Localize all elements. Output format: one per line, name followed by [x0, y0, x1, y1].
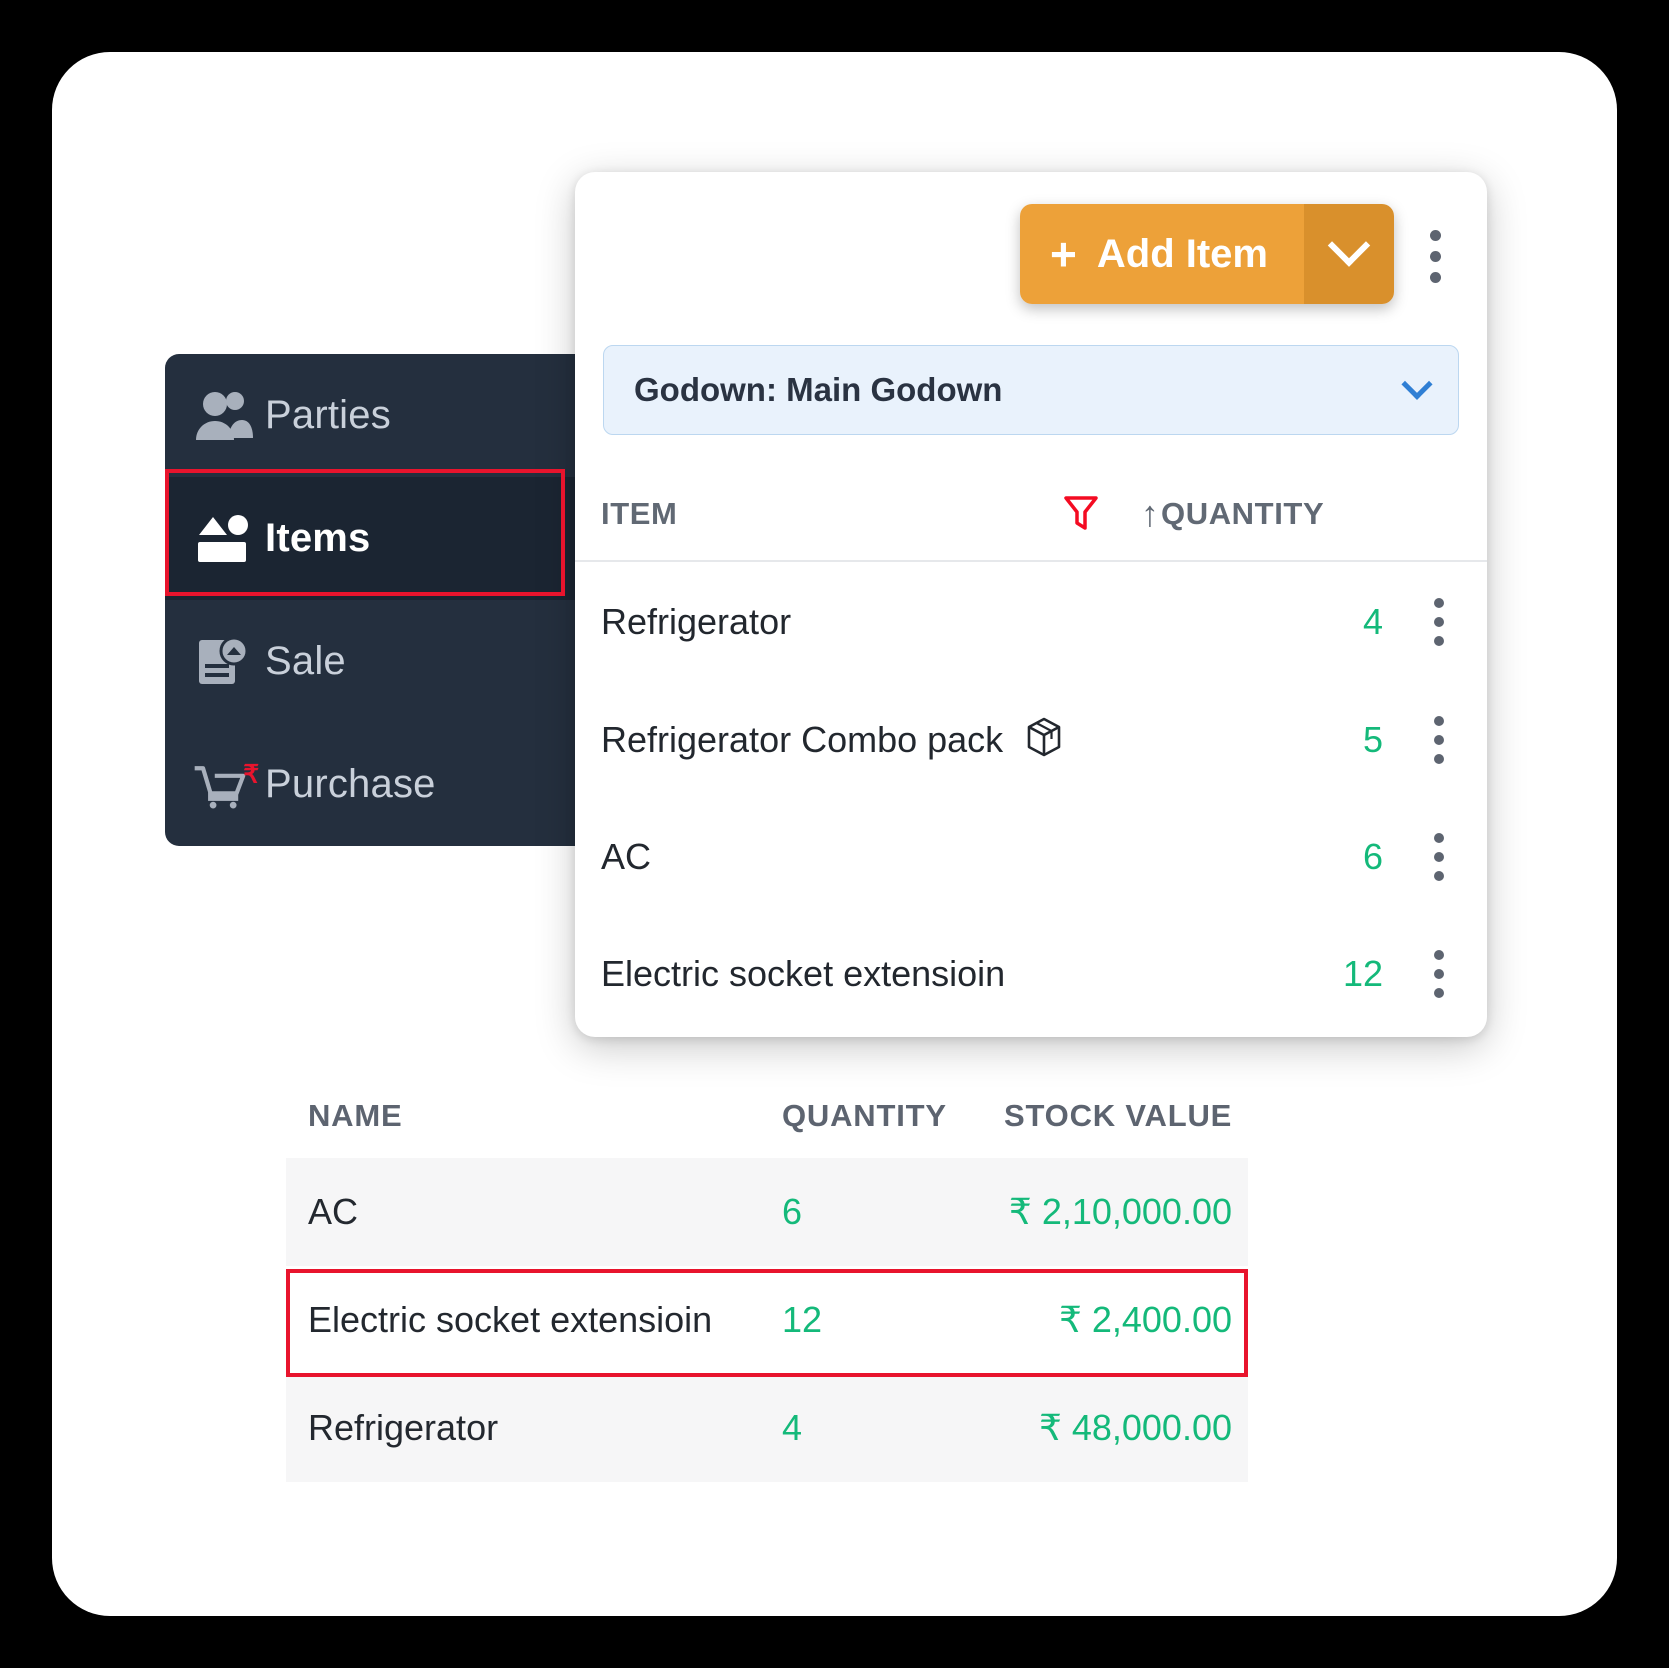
filter-icon[interactable] — [1021, 494, 1141, 534]
row-name: AC — [308, 1191, 359, 1232]
row-name: Electric socket extensioin — [308, 1299, 713, 1340]
table-row[interactable]: Refrigerator 4 ₹ 48,000.00 — [286, 1374, 1248, 1482]
add-item-split-button: + Add Item — [1020, 204, 1394, 304]
package-box-icon — [1023, 714, 1065, 767]
popup-table-header: ITEM ↑ QUANTITY — [575, 468, 1487, 562]
row-more-menu-button[interactable] — [1417, 950, 1461, 998]
item-name: AC — [601, 836, 652, 877]
column-header-name: NAME — [308, 1098, 403, 1133]
table-row[interactable]: AC 6 — [575, 799, 1487, 915]
column-header-stock-value: STOCK VALUE — [1004, 1098, 1233, 1133]
chevron-down-icon — [1401, 368, 1433, 400]
item-quantity: 4 — [1362, 601, 1383, 642]
add-item-button[interactable]: + Add Item — [1020, 204, 1304, 304]
item-quantity: 5 — [1362, 719, 1383, 760]
sidebar-item-parties[interactable]: Parties — [165, 354, 585, 477]
purchase-cart-rupee-icon: ₹ — [193, 753, 265, 817]
godown-selector[interactable]: Godown: Main Godown — [603, 345, 1459, 435]
column-header-quantity-label: QUANTITY — [1161, 496, 1325, 531]
sidebar-item-label: Items — [265, 516, 371, 560]
row-stock-value: ₹ 48,000.00 — [1038, 1407, 1232, 1448]
sidebar-item-purchase[interactable]: ₹ Purchase — [165, 723, 585, 846]
stock-summary-table: NAME QUANTITY STOCK VALUE AC 6 ₹ 2,10,00… — [286, 1074, 1248, 1482]
table-row[interactable]: AC 6 ₹ 2,10,000.00 — [286, 1158, 1248, 1266]
item-name-text: Refrigerator Combo pack — [601, 719, 1004, 760]
row-more-menu-button[interactable] — [1417, 716, 1461, 764]
row-quantity: 6 — [782, 1191, 803, 1232]
more-vertical-icon — [1429, 230, 1441, 241]
table-row[interactable]: Electric socket extensioin 12 — [575, 916, 1487, 1032]
row-more-menu-button[interactable] — [1417, 833, 1461, 881]
plus-icon: + — [1050, 228, 1077, 280]
row-quantity: 12 — [782, 1299, 823, 1340]
chevron-down-icon — [1327, 224, 1371, 267]
row-stock-value: ₹ 2,400.00 — [1058, 1299, 1232, 1340]
people-icon — [193, 384, 265, 448]
sidebar-item-label: Purchase — [265, 762, 436, 806]
sidebar-item-items[interactable]: Items — [165, 477, 585, 600]
column-header-item: ITEM — [601, 496, 678, 531]
card-more-menu-button[interactable] — [1415, 230, 1455, 283]
add-item-dropdown-button[interactable] — [1304, 204, 1394, 304]
arrow-up-icon: ↑ — [1141, 493, 1159, 534]
row-quantity: 4 — [782, 1407, 803, 1448]
item-name: Refrigerator — [601, 601, 792, 642]
sidebar-nav: Parties Items Sale ₹ Purchase — [165, 354, 585, 846]
item-quantity: 6 — [1362, 836, 1383, 877]
items-box-icon — [193, 507, 265, 571]
stock-table-header: NAME QUANTITY STOCK VALUE — [286, 1074, 1248, 1158]
sidebar-item-label: Parties — [265, 393, 391, 437]
row-name: Refrigerator — [308, 1407, 499, 1448]
sale-document-icon — [193, 630, 265, 694]
table-row[interactable]: Refrigerator 4 — [575, 564, 1487, 680]
godown-selected-value: Godown: Main Godown — [634, 371, 1003, 408]
sidebar-item-sale[interactable]: Sale — [165, 600, 585, 723]
item-quantity: 12 — [1342, 953, 1383, 994]
table-row[interactable]: Electric socket extensioin 12 ₹ 2,400.00 — [286, 1266, 1248, 1374]
add-item-label: Add Item — [1096, 231, 1268, 276]
app-window: Parties Items Sale ₹ Purchase + Add Item… — [52, 52, 1617, 1616]
item-name: Electric socket extensioin — [601, 953, 1006, 994]
row-more-menu-button[interactable] — [1417, 598, 1461, 646]
column-header-quantity[interactable]: ↑ QUANTITY — [1141, 496, 1457, 532]
column-header-quantity: QUANTITY — [782, 1098, 947, 1133]
table-row[interactable]: Refrigerator Combo pack 5 — [575, 682, 1487, 798]
items-popup-card: + Add Item Godown: Main Godown ITEM ↑ QU… — [575, 172, 1487, 1037]
sidebar-item-label: Sale — [265, 639, 346, 683]
item-name: Refrigerator Combo pack — [601, 714, 1247, 767]
svg-text:₹: ₹ — [243, 760, 259, 788]
row-stock-value: ₹ 2,10,000.00 — [1008, 1191, 1232, 1232]
